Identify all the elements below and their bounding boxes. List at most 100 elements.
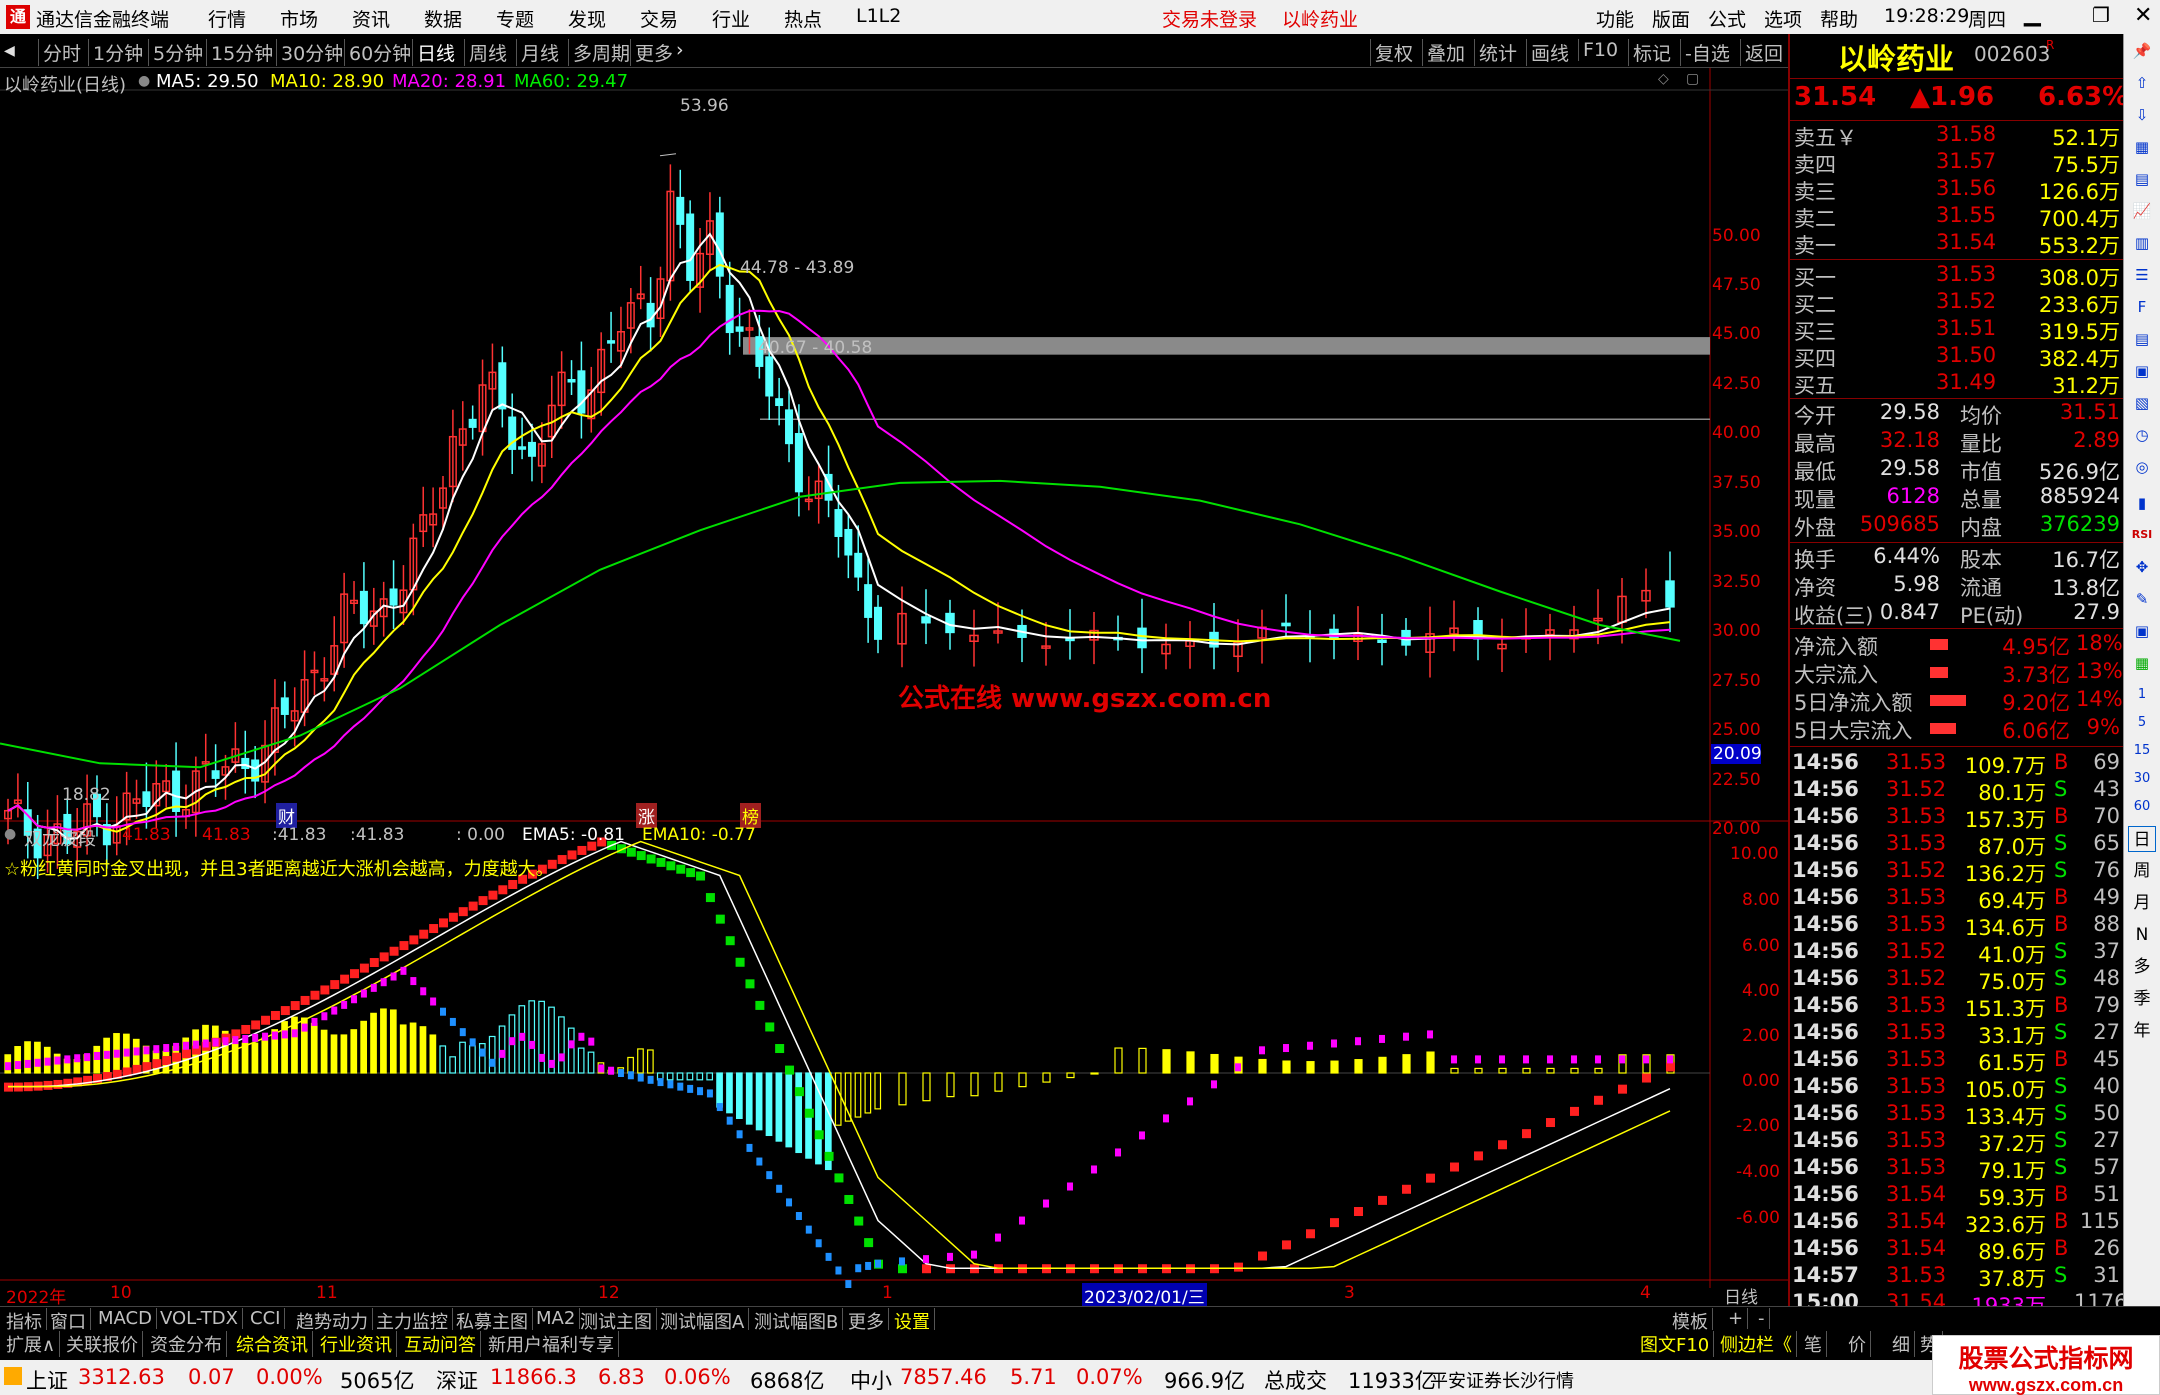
bid-row[interactable]: 买一 31.53 308.0万: [1790, 262, 2125, 290]
rsi-icon[interactable]: RSI: [2128, 522, 2156, 548]
pin-icon[interactable]: 📌: [2128, 38, 2156, 64]
side-period-n[interactable]: N: [2128, 922, 2156, 948]
period-multi[interactable]: 多周期: [568, 39, 634, 66]
bid-row[interactable]: 买四 31.50 382.4万: [1790, 343, 2125, 371]
period-weekly[interactable]: 周线: [464, 39, 511, 66]
bid-row[interactable]: 买五 31.49 31.2万: [1790, 370, 2125, 398]
info-tab[interactable]: 关联报价: [62, 1331, 143, 1357]
flow-row[interactable]: 5日净流入额 9.20亿 14%: [1790, 687, 2125, 715]
period-1min[interactable]: 1分钟: [88, 39, 147, 66]
status-menu-icon[interactable]: [4, 1367, 22, 1385]
ask-row[interactable]: 卖四 31.57 75.5万: [1790, 149, 2125, 177]
pencil-icon[interactable]: ✎: [2128, 586, 2156, 612]
bar-icon[interactable]: ▮: [2128, 490, 2156, 516]
f10-button[interactable]: F10: [1578, 39, 1622, 61]
info-tab[interactable]: 扩展∧: [2, 1331, 61, 1357]
tick-row[interactable]: 14:56 31.53 109.7万 B 69: [1790, 750, 2125, 778]
fs-icon[interactable]: ▣: [2128, 618, 2156, 644]
list-icon[interactable]: ☰: [2128, 262, 2156, 288]
grid-icon[interactable]: ▦: [2128, 134, 2156, 160]
menu-item-xuanxiang[interactable]: 选项: [1764, 5, 1802, 32]
arrow-down-icon[interactable]: ⇩: [2128, 102, 2156, 128]
login-status[interactable]: 交易未登录: [1162, 5, 1257, 32]
sh-label[interactable]: 上证: [26, 1365, 68, 1395]
mark-button[interactable]: 标记: [1628, 39, 1675, 66]
minimize-icon[interactable]: ▁: [2024, 2, 2041, 27]
menu-item-faxian[interactable]: 发现: [568, 5, 606, 32]
menu-item-jiaoyi[interactable]: 交易: [640, 5, 678, 32]
f5-icon[interactable]: ▧: [2128, 390, 2156, 416]
chart-diamond-icon[interactable]: ◇: [1658, 71, 1669, 87]
tick-row[interactable]: 14:56 31.53 134.6万 B 88: [1790, 912, 2125, 940]
menu-item-zixun[interactable]: 资讯: [352, 5, 390, 32]
side-tab[interactable]: 笔: [1800, 1331, 1827, 1357]
ask-row[interactable]: 卖三 31.56 126.6万: [1790, 176, 2125, 204]
info-tab[interactable]: 综合资讯: [232, 1331, 313, 1357]
period-15min[interactable]: 15分钟: [206, 39, 277, 66]
zx-label[interactable]: 中小: [850, 1365, 892, 1395]
stat-row[interactable]: 今开 29.58 均价 31.51: [1790, 400, 2125, 428]
stat-row[interactable]: 外盘 509685 内盘 376239: [1790, 512, 2125, 540]
quote-header[interactable]: 以岭药业 002603 R: [1790, 38, 2125, 76]
tick-row[interactable]: 14:56 31.54 89.6万 B 26: [1790, 1236, 2125, 1264]
tick-row[interactable]: 14:56 31.52 136.2万 S 76: [1790, 858, 2125, 886]
flow-row[interactable]: 5日大宗流入 6.06亿 9%: [1790, 715, 2125, 743]
indicator-tab[interactable]: MA2: [532, 1308, 581, 1329]
bid-row[interactable]: 买三 31.51 319.5万: [1790, 316, 2125, 344]
ask-row[interactable]: 卖二 31.55 700.4万: [1790, 203, 2125, 231]
side-tab[interactable]: 细: [1888, 1331, 1915, 1357]
period-daily[interactable]: 日线: [412, 39, 459, 66]
f10-icon[interactable]: F: [2128, 294, 2156, 320]
menu-item-shichang[interactable]: 市场: [280, 5, 318, 32]
period-5min[interactable]: 5分钟: [148, 39, 207, 66]
template-control[interactable]: -: [1754, 1308, 1770, 1329]
menu-item-banmian[interactable]: 版面: [1652, 5, 1690, 32]
line-chart-icon[interactable]: 📈: [2128, 198, 2156, 224]
side-period-week[interactable]: 周: [2128, 858, 2156, 884]
period-5min-side[interactable]: 5: [2128, 710, 2156, 736]
tick-row[interactable]: 14:56 31.53 69.4万 B 49: [1790, 885, 2125, 913]
kline-icon[interactable]: ▥: [2128, 230, 2156, 256]
chart-settings-icon[interactable]: ●: [138, 73, 150, 89]
ask-row[interactable]: 卖一 31.54 553.2万: [1790, 230, 2125, 258]
circle-icon[interactable]: ◎: [2128, 454, 2156, 480]
book-icon[interactable]: ▣: [2128, 358, 2156, 384]
tick-row[interactable]: 14:56 31.53 105.0万 S 40: [1790, 1074, 2125, 1102]
tick-row[interactable]: 14:56 31.53 87.0万 S 65: [1790, 831, 2125, 859]
side-period-season[interactable]: 季: [2128, 986, 2156, 1012]
period-monthly[interactable]: 月线: [516, 39, 563, 66]
indicator-tab[interactable]: VOL-TDX: [156, 1308, 243, 1329]
overlay-button[interactable]: 叠加: [1422, 39, 1469, 66]
side-period-day[interactable]: 日: [2128, 826, 2156, 852]
back-button[interactable]: 返回: [1740, 39, 1787, 66]
table-icon[interactable]: ▤: [2128, 166, 2156, 192]
tick-row[interactable]: 14:56 31.53 151.3万 B 79: [1790, 993, 2125, 1021]
tick-row[interactable]: 14:56 31.53 157.3万 B 70: [1790, 804, 2125, 832]
watchlist-remove-button[interactable]: -自选: [1680, 39, 1734, 66]
ask-row[interactable]: 卖五￥ 31.58 52.1万: [1790, 122, 2125, 150]
side-tab[interactable]: 价: [1844, 1331, 1871, 1357]
side-tab[interactable]: 图文F10: [1636, 1331, 1715, 1357]
close-icon[interactable]: ✕: [2134, 3, 2152, 28]
period-60min[interactable]: 60分钟: [344, 39, 415, 66]
menu-item-hangye[interactable]: 行业: [712, 5, 750, 32]
menu-item-hangqing[interactable]: 行情: [208, 5, 246, 32]
doc-icon[interactable]: ▤: [2128, 326, 2156, 352]
bid-row[interactable]: 买二 31.52 233.6万: [1790, 289, 2125, 317]
indicator-tab[interactable]: MACD: [94, 1308, 157, 1329]
quote-price-row[interactable]: 31.54 ▲1.96 6.63%: [1790, 82, 2128, 118]
chart-area[interactable]: 以岭药业(日线) ● MA5: 29.50 MA10: 28.90 MA20: …: [0, 68, 1788, 1308]
menu-item-bangzhu[interactable]: 帮助: [1820, 5, 1858, 32]
tick-row[interactable]: 14:56 31.52 80.1万 S 43: [1790, 777, 2125, 805]
info-tab[interactable]: 行业资讯: [316, 1331, 397, 1357]
template-control[interactable]: +: [1724, 1308, 1749, 1329]
menu-item-zhuanti[interactable]: 专题: [496, 5, 534, 32]
stat-row[interactable]: 最低 29.58 市值 526.9亿: [1790, 456, 2125, 484]
tick-row[interactable]: 14:56 31.52 41.0万 S 37: [1790, 939, 2125, 967]
stat-row[interactable]: 最高 32.18 量比 2.89: [1790, 428, 2125, 456]
flow-row[interactable]: 大宗流入 3.73亿 13%: [1790, 659, 2125, 687]
indicator-tab[interactable]: CCI: [246, 1308, 286, 1329]
fin-row[interactable]: 净资 5.98 流通 13.8亿: [1790, 572, 2125, 600]
indicator-settings-icon[interactable]: ●: [4, 826, 16, 842]
flow-row[interactable]: 净流入额 4.95亿 18%: [1790, 631, 2125, 659]
